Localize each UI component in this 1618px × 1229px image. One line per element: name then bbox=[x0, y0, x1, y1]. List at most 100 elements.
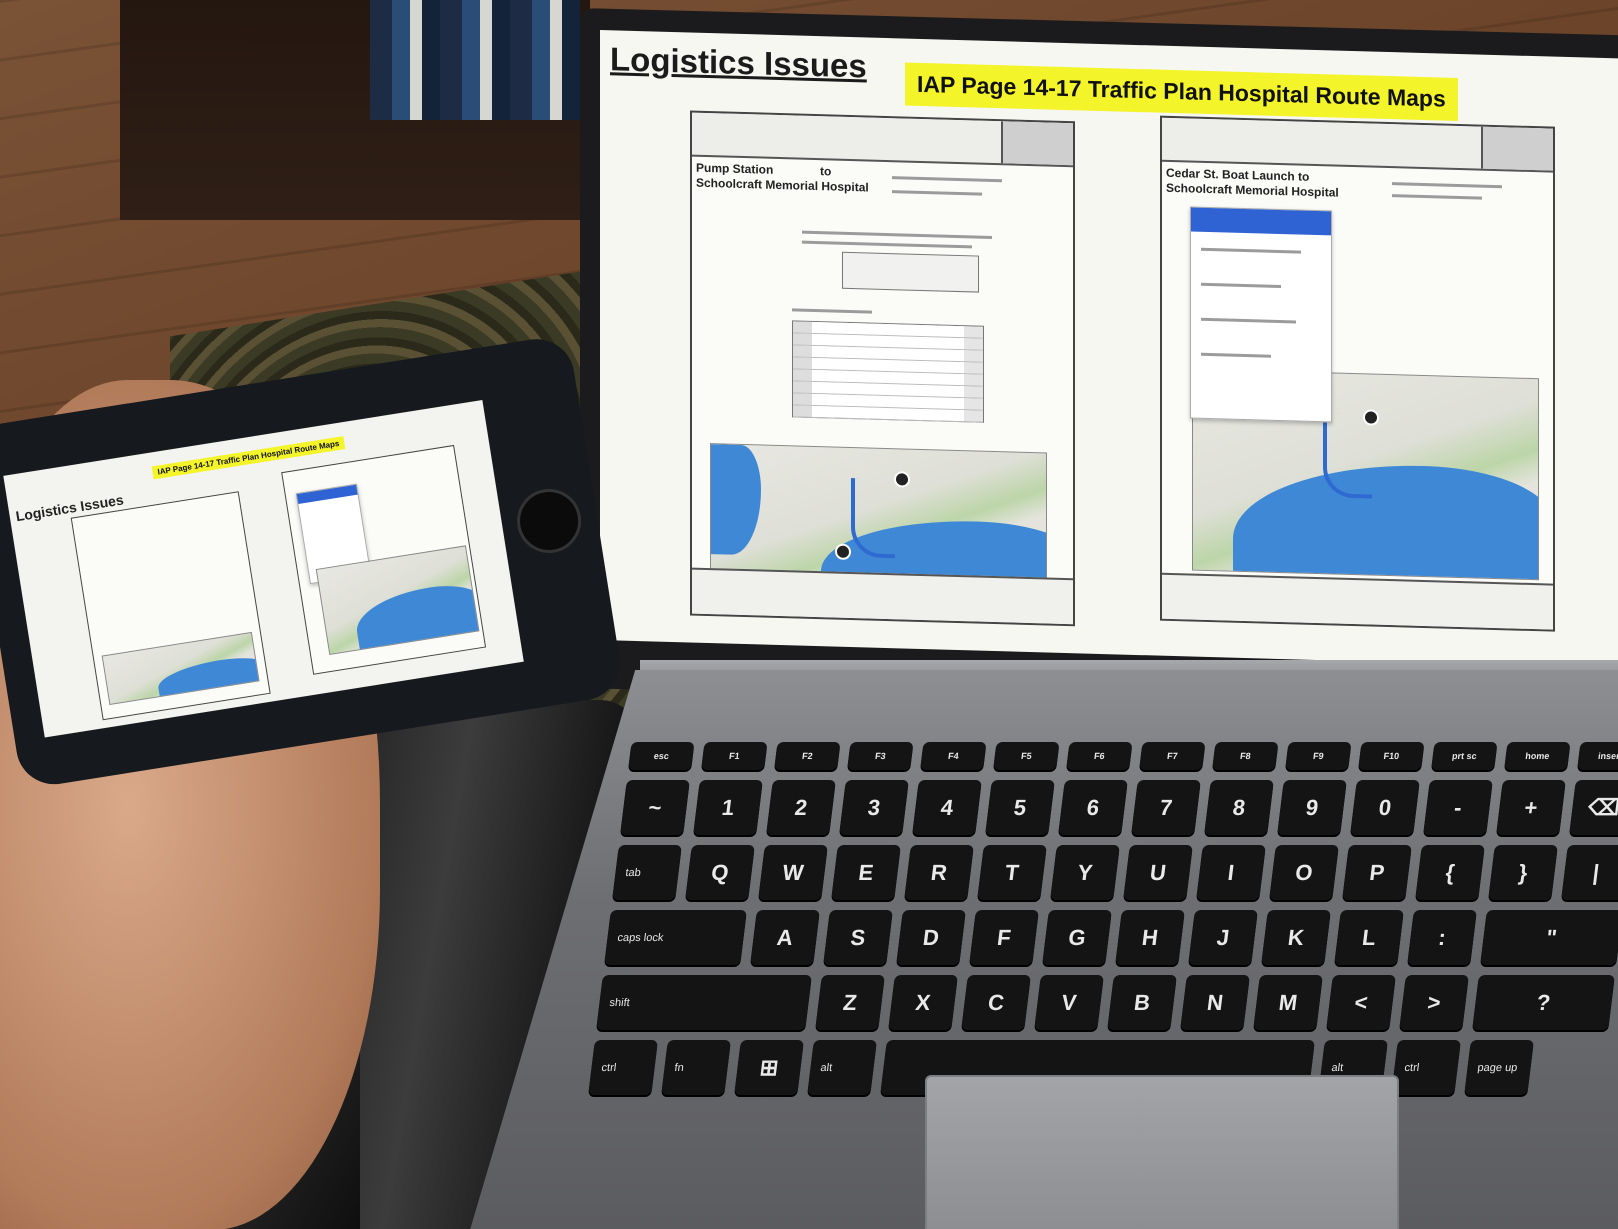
key[interactable]: ~ bbox=[620, 780, 690, 835]
key[interactable]: L bbox=[1334, 910, 1404, 965]
key[interactable]: 9 bbox=[1277, 780, 1347, 835]
key-fn-row[interactable]: F4 bbox=[920, 742, 987, 770]
key-fn[interactable]: fn bbox=[661, 1040, 731, 1095]
key-ctrl[interactable]: ctrl bbox=[588, 1040, 658, 1095]
key[interactable]: J bbox=[1188, 910, 1258, 965]
phone-screen: Logistics Issues IAP Page 14-17 Traffic … bbox=[3, 399, 524, 738]
key[interactable]: A bbox=[750, 910, 820, 965]
map-sea bbox=[351, 579, 480, 655]
key[interactable]: V bbox=[1034, 975, 1104, 1030]
laptop-screen: Logistics Issues IAP Page 14-17 Traffic … bbox=[600, 30, 1618, 669]
key[interactable]: R bbox=[904, 845, 974, 900]
key[interactable]: 8 bbox=[1204, 780, 1274, 835]
key[interactable]: G bbox=[1042, 910, 1112, 965]
directions-table bbox=[792, 320, 984, 423]
key[interactable]: 3 bbox=[839, 780, 909, 835]
key[interactable]: Q bbox=[685, 845, 755, 900]
key[interactable]: < bbox=[1326, 975, 1396, 1030]
doc-left-title-to: to bbox=[820, 164, 832, 179]
key-fn-row[interactable]: insert bbox=[1577, 742, 1618, 770]
windows-key[interactable]: ⊞ bbox=[734, 1040, 804, 1095]
key-fn-row[interactable]: home bbox=[1504, 742, 1571, 770]
phone-doc-right bbox=[281, 444, 487, 675]
key[interactable]: Y bbox=[1050, 845, 1120, 900]
key[interactable]: N bbox=[1180, 975, 1250, 1030]
key[interactable]: 0 bbox=[1350, 780, 1420, 835]
key-fn-row[interactable]: F3 bbox=[847, 742, 914, 770]
key-fn-row[interactable]: F6 bbox=[1066, 742, 1133, 770]
key[interactable]: T bbox=[977, 845, 1047, 900]
key-fn-row[interactable]: F2 bbox=[774, 742, 841, 770]
popup-header bbox=[1191, 207, 1331, 236]
key[interactable]: U bbox=[1123, 845, 1193, 900]
map-route bbox=[1323, 413, 1372, 499]
doc-text-line bbox=[1201, 282, 1281, 289]
key[interactable]: { bbox=[1415, 845, 1485, 900]
key[interactable]: 5 bbox=[985, 780, 1055, 835]
key-fn-row[interactable]: F9 bbox=[1285, 742, 1352, 770]
key-caps-lock[interactable]: caps lock bbox=[604, 910, 747, 965]
keyboard: esc F1 F2 F3 F4 F5 F6 F7 F8 F9 F10 prt s… bbox=[578, 705, 1618, 1095]
doc-text-line bbox=[1201, 352, 1271, 358]
doc-text-line bbox=[1201, 317, 1296, 324]
key-backspace[interactable]: ⌫ bbox=[1569, 780, 1618, 835]
key[interactable]: B bbox=[1107, 975, 1177, 1030]
windows-logo-icon: ⊞ bbox=[758, 1054, 780, 1080]
touchpad[interactable] bbox=[925, 1075, 1399, 1229]
key[interactable]: 7 bbox=[1131, 780, 1201, 835]
key-fn-row[interactable]: esc bbox=[628, 742, 695, 770]
doc-left-title-line1: Pump Station bbox=[696, 160, 774, 177]
doc-right-title: Cedar St. Boat Launch to Schoolcraft Mem… bbox=[1166, 166, 1339, 201]
key-tab[interactable]: tab bbox=[612, 845, 682, 900]
key[interactable]: - bbox=[1423, 780, 1493, 835]
traffic-plan-page-left: Pump Station to Schoolcraft Memorial Hos… bbox=[690, 110, 1075, 627]
key[interactable]: X bbox=[888, 975, 958, 1030]
key-fn-row[interactable]: F1 bbox=[701, 742, 768, 770]
key-fn-row[interactable]: F7 bbox=[1139, 742, 1206, 770]
key[interactable]: : bbox=[1407, 910, 1477, 965]
doc-text-line bbox=[802, 240, 972, 249]
key[interactable]: K bbox=[1261, 910, 1331, 965]
key[interactable]: F bbox=[969, 910, 1039, 965]
map-pin-icon bbox=[835, 543, 851, 561]
key[interactable]: D bbox=[896, 910, 966, 965]
key-fn-row[interactable]: prt sc bbox=[1431, 742, 1498, 770]
key[interactable]: 6 bbox=[1058, 780, 1128, 835]
doc-left-title-line2: Schoolcraft Memorial Hospital bbox=[696, 175, 869, 195]
key[interactable]: + bbox=[1496, 780, 1566, 835]
key[interactable]: I bbox=[1196, 845, 1266, 900]
key[interactable]: 4 bbox=[912, 780, 982, 835]
key[interactable]: O bbox=[1269, 845, 1339, 900]
phone-home-button[interactable] bbox=[512, 484, 586, 558]
key[interactable]: M bbox=[1253, 975, 1323, 1030]
phone-map-left bbox=[101, 631, 260, 706]
key[interactable]: " bbox=[1480, 910, 1618, 965]
key-ctrl[interactable]: ctrl bbox=[1391, 1040, 1461, 1095]
key-fn-row[interactable]: F10 bbox=[1358, 742, 1425, 770]
key[interactable]: > bbox=[1399, 975, 1469, 1030]
key[interactable]: C bbox=[961, 975, 1031, 1030]
key[interactable]: S bbox=[823, 910, 893, 965]
doc-text-line bbox=[1392, 194, 1482, 200]
key[interactable]: W bbox=[758, 845, 828, 900]
doc-left-title: Pump Station to Schoolcraft Memorial Hos… bbox=[696, 161, 869, 196]
key-page-up[interactable]: page up bbox=[1464, 1040, 1534, 1095]
key[interactable]: E bbox=[831, 845, 901, 900]
key-fn-row[interactable]: F8 bbox=[1212, 742, 1279, 770]
key-fn-row[interactable]: F5 bbox=[993, 742, 1060, 770]
key[interactable]: | bbox=[1561, 845, 1618, 900]
doc-right-title-line2: Schoolcraft Memorial Hospital bbox=[1166, 180, 1339, 200]
key-alt[interactable]: alt bbox=[807, 1040, 877, 1095]
key-shift[interactable]: shift bbox=[596, 975, 812, 1030]
photo-scene: Logistics Issues IAP Page 14-17 Traffic … bbox=[0, 0, 1618, 1229]
key[interactable]: ? bbox=[1472, 975, 1615, 1030]
phone-doc-left bbox=[70, 491, 271, 721]
key[interactable]: Z bbox=[815, 975, 885, 1030]
key[interactable]: H bbox=[1115, 910, 1185, 965]
key[interactable]: } bbox=[1488, 845, 1558, 900]
key[interactable]: 2 bbox=[766, 780, 836, 835]
key[interactable]: 1 bbox=[693, 780, 763, 835]
key[interactable]: P bbox=[1342, 845, 1412, 900]
doc-text-line bbox=[892, 190, 982, 196]
doc-text-line bbox=[1392, 182, 1502, 189]
